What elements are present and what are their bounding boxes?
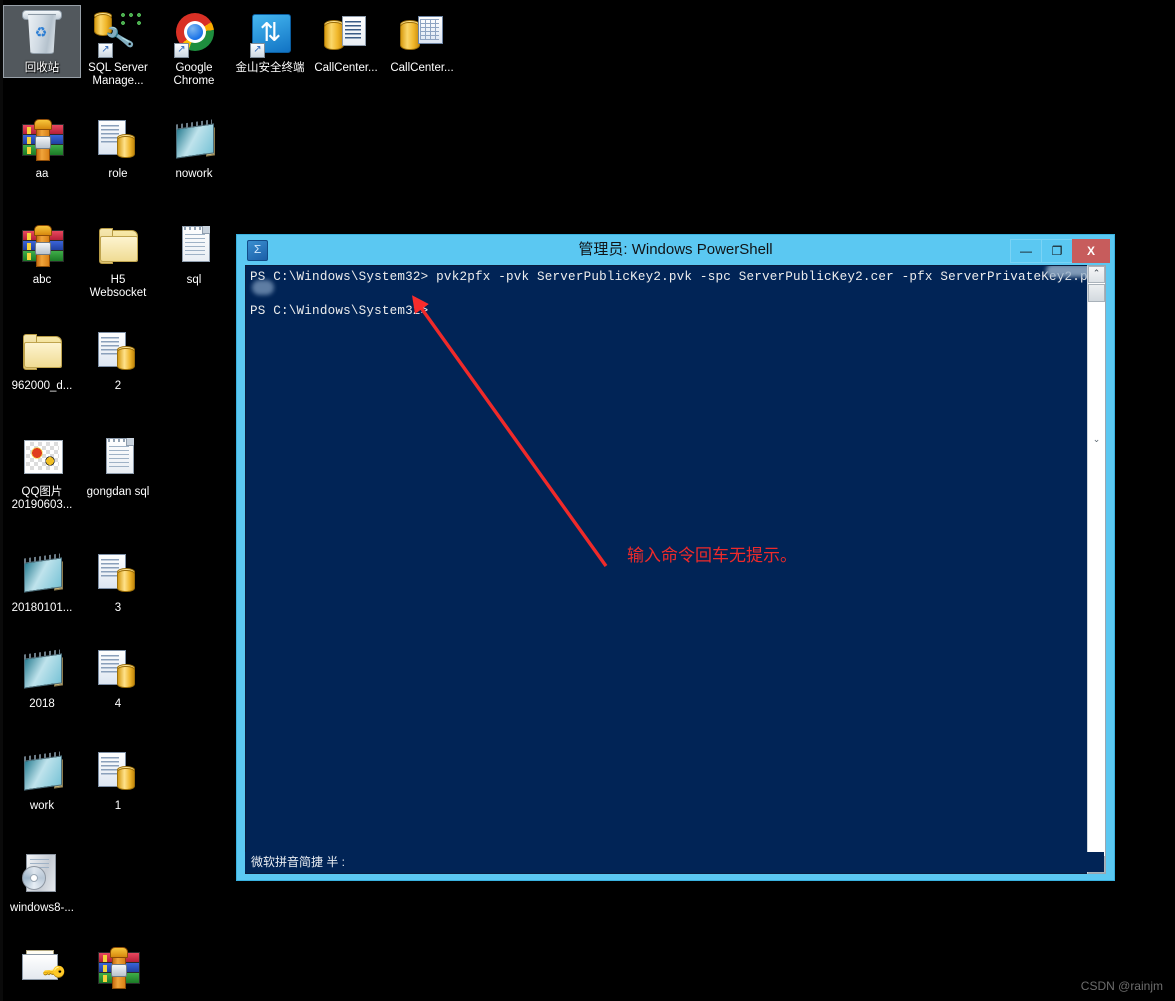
winrar-icon: [80, 944, 156, 994]
kingsoft-icon: ⇅ ↗: [232, 10, 308, 60]
desktop-icon-label: role: [108, 168, 128, 180]
shortcut-overlay-icon: ↗: [174, 43, 189, 58]
maximize-button[interactable]: ❐: [1041, 239, 1073, 263]
desktop-icon-work[interactable]: work: [4, 744, 80, 815]
desktop-icon-label: [4, 996, 80, 998]
picture-icon: [4, 434, 80, 484]
desktop-icon-label: QQ图片 20190603...: [11, 486, 73, 511]
console-line: PS C:\Windows\System32>: [250, 304, 429, 318]
console-output-area[interactable]: PS C:\Windows\System32> pvk2pfx -pvk Ser…: [245, 265, 1106, 874]
desktop-icon-label: abc: [32, 274, 52, 286]
sql-doc-icon: [80, 748, 156, 798]
sql-doc-icon: [80, 646, 156, 696]
textfile-icon: [156, 222, 232, 272]
desktop-icon-3[interactable]: 3: [80, 546, 156, 617]
desktop-icon-2[interactable]: 2: [80, 324, 156, 395]
desktop-icon-role[interactable]: role: [80, 112, 156, 183]
desktop-icon-archive-bottom[interactable]: [80, 940, 156, 998]
desktop-icon-aa[interactable]: aa: [4, 112, 80, 183]
desktop-icon-callcenter-2[interactable]: CallCenter...: [384, 6, 460, 77]
desktop-icon-label: 回收站: [24, 62, 60, 74]
desktop-icon-label: [80, 996, 156, 998]
sql-doc-icon: [80, 116, 156, 166]
powershell-window[interactable]: Σ 管理员: Windows PowerShell — ❐ X PS C:\Wi…: [236, 234, 1115, 881]
db-doc-icon: [308, 10, 384, 60]
desktop-icon-label: 20180101...: [11, 602, 73, 614]
desktop-icon-label: 2018: [29, 698, 55, 710]
scroll-up-arrow-icon[interactable]: ⌃: [1088, 266, 1105, 283]
winrar-icon: [4, 222, 80, 272]
desktop-icon-callcenter-1[interactable]: CallCenter...: [308, 6, 384, 77]
sql-doc-icon: [80, 550, 156, 600]
scrollbar-thumb[interactable]: [1088, 284, 1105, 302]
desktop-icon-sql[interactable]: sql: [156, 218, 232, 289]
desktop-icon-label: aa: [35, 168, 49, 180]
desktop-icon-label: 2: [114, 380, 122, 392]
desktop-icon-abc[interactable]: abc: [4, 218, 80, 289]
desktop-icon-label: 962000_d...: [11, 380, 73, 392]
folder-open-icon: [80, 222, 156, 272]
desktop-icon-label: CallCenter...: [390, 62, 454, 74]
console-line: PS C:\Windows\System32> pvk2pfx -pvk Ser…: [250, 270, 1106, 284]
notepad3d-icon: [156, 116, 232, 166]
desktop-icon-4[interactable]: 4: [80, 642, 156, 713]
desktop-icon-sql-server-management-studio[interactable]: 🔧 ↗ SQL Server Manage...: [80, 6, 156, 90]
notepad3d-icon: [4, 646, 80, 696]
desktop-left-edge: [0, 0, 3, 1001]
desktop-icon-label: work: [29, 800, 55, 812]
db-grid-icon: [384, 10, 460, 60]
desktop-icon-label: Google Chrome: [173, 62, 215, 87]
desktop-icon-label: nowork: [175, 168, 213, 180]
watermark: CSDN @rainjm: [1080, 979, 1163, 993]
desktop-icon-gongdan-sql[interactable]: gongdan sql: [80, 430, 156, 501]
desktop-icon-label: SQL Server Manage...: [88, 62, 148, 87]
window-titlebar[interactable]: Σ 管理员: Windows PowerShell — ❐ X: [237, 235, 1114, 265]
winrar-icon: [4, 116, 80, 166]
desktop-icon-certificate[interactable]: 🔑: [4, 940, 80, 998]
desktop-icon-nowork[interactable]: nowork: [156, 112, 232, 183]
desktop-icon-label: windows8-...: [10, 902, 74, 914]
desktop-icon-label: CallCenter...: [314, 62, 378, 74]
scrollbar-mid-marker-icon: ⌄: [1092, 435, 1101, 445]
chrome-icon: ↗: [156, 10, 232, 60]
ime-status-bar: 微软拼音简捷 半 :: [245, 852, 1104, 872]
desktop-icon-kingsoft-security-terminal[interactable]: ⇅ ↗ 金山安全终端: [232, 6, 308, 77]
desktop-icon-1[interactable]: 1: [80, 744, 156, 815]
desktop-icon-label: 3: [114, 602, 122, 614]
desktop-icon-962000-d[interactable]: 962000_d...: [4, 324, 80, 395]
cdbox-icon: [4, 850, 80, 900]
desktop-icon-google-chrome[interactable]: ↗ Google Chrome: [156, 6, 232, 90]
desktop-icon-label: sql: [186, 274, 202, 286]
notepad3d-icon: [4, 748, 80, 798]
desktop-icon-recycle-bin[interactable]: ♻ 回收站: [3, 5, 81, 78]
desktop-icon-h5-websocket[interactable]: H5 Websocket: [80, 218, 156, 302]
minimize-button[interactable]: —: [1010, 239, 1042, 263]
desktop-icon-label: 金山安全终端: [235, 62, 305, 74]
window-title: 管理员: Windows PowerShell: [578, 241, 773, 258]
desktop-icon-qq-picture-20190603[interactable]: QQ图片 20190603...: [4, 430, 80, 514]
textfile-icon: [80, 434, 156, 484]
desktop-icon-20180101[interactable]: 20180101...: [4, 546, 80, 617]
desktop-icon-2018[interactable]: 2018: [4, 642, 80, 713]
console-vertical-scrollbar[interactable]: ⌃ ⌄ ⌄: [1087, 265, 1106, 874]
notepad3d-icon: [4, 550, 80, 600]
shortcut-overlay-icon: ↗: [250, 43, 265, 58]
cert-key-icon: 🔑: [4, 944, 80, 994]
desktop-icon-label: 1: [114, 800, 122, 812]
console-text: PS C:\Windows\System32> pvk2pfx -pvk Ser…: [250, 269, 1106, 320]
redaction-blur-left: [252, 280, 274, 295]
desktop-icon-windows8[interactable]: windows8-...: [4, 846, 80, 917]
recycle-bin-icon: ♻: [4, 10, 80, 60]
folder-open-icon: [4, 328, 80, 378]
ssms-icon: 🔧 ↗: [80, 10, 156, 60]
close-button[interactable]: X: [1072, 239, 1110, 263]
sql-doc-icon: [80, 328, 156, 378]
desktop-icon-label: gongdan sql: [86, 486, 150, 498]
desktop-icon-label: 4: [114, 698, 122, 710]
shortcut-overlay-icon: ↗: [98, 43, 113, 58]
desktop-icon-label: H5 Websocket: [89, 274, 147, 299]
